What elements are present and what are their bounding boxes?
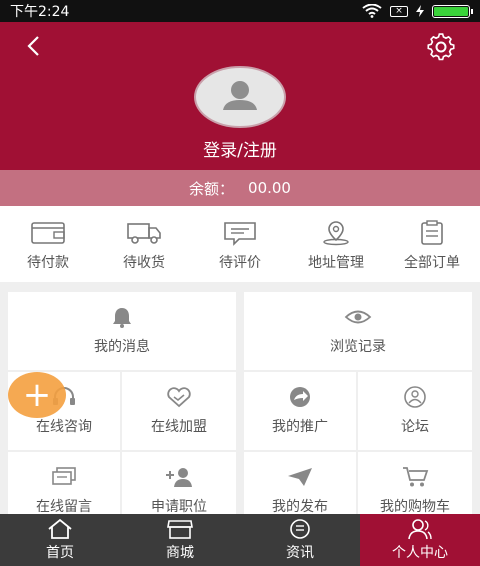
eye-icon: [344, 310, 372, 324]
tab-profile[interactable]: 个人中心: [360, 514, 480, 566]
address-management[interactable]: 地址管理: [288, 206, 384, 282]
tab-news[interactable]: 资讯: [240, 514, 360, 566]
bell-icon: [113, 308, 131, 328]
tab-label: 首页: [46, 545, 74, 561]
forum-user-icon: [404, 386, 426, 408]
shop-icon: [167, 520, 193, 539]
tab-label: 资讯: [286, 545, 314, 561]
browse-history[interactable]: 浏览记录: [244, 292, 472, 370]
feature-label: 我的购物车: [380, 499, 450, 515]
news-icon: [290, 519, 310, 539]
order-label: 地址管理: [308, 255, 364, 271]
status-time: 下午2:24: [10, 4, 70, 20]
order-pending-review[interactable]: 待评价: [192, 206, 288, 282]
order-status-row: 待付款 待收货 待评价 地址管理 全部订单: [0, 206, 480, 282]
location-icon: [323, 221, 349, 246]
forum[interactable]: 论坛: [358, 372, 472, 450]
tab-label: 个人中心: [392, 545, 448, 561]
feature-label: 在线加盟: [151, 419, 207, 435]
floating-add-button[interactable]: +: [8, 372, 66, 418]
status-icons: ×: [362, 4, 473, 18]
comment-icon: [224, 222, 256, 246]
user-icon: [408, 519, 432, 540]
feature-label: 论坛: [401, 419, 429, 435]
back-icon[interactable]: [22, 34, 46, 58]
feature-label: 浏览记录: [330, 339, 386, 355]
status-bar: 下午2:24 ×: [0, 0, 480, 22]
feature-label: 我的推广: [272, 419, 328, 435]
sim-icon: ×: [390, 5, 408, 17]
balance-value: 00.00: [248, 179, 291, 197]
tab-shop[interactable]: 商城: [120, 514, 240, 566]
feature-label: 申请职位: [151, 499, 207, 515]
home-icon: [48, 518, 72, 539]
order-label: 待收货: [123, 255, 165, 271]
login-register-link[interactable]: 登录/注册: [0, 136, 480, 161]
settings-gear-icon[interactable]: [426, 32, 456, 62]
battery-icon: [432, 4, 473, 18]
feature-label: 在线留言: [36, 499, 92, 515]
charging-icon: [416, 5, 424, 17]
order-pending-payment[interactable]: 待付款: [0, 206, 96, 282]
add-user-icon: [166, 468, 192, 487]
feature-grid: 我的消息 浏览记录 在线咨询 在线加盟 我的推广 论坛 在线留言 申请职位 我的…: [0, 282, 480, 530]
wifi-icon: [362, 4, 382, 18]
online-join[interactable]: 在线加盟: [122, 372, 236, 450]
feature-label: 在线咨询: [36, 419, 92, 435]
balance-bar: 余额： 00.00: [0, 170, 480, 206]
share-arrow-icon: [290, 387, 310, 407]
profile-header: 登录/注册: [0, 22, 480, 170]
feature-label: 我的消息: [94, 339, 150, 355]
wallet-icon: [31, 222, 65, 244]
cart-icon: [403, 467, 429, 487]
my-promotion[interactable]: 我的推广: [244, 372, 356, 450]
avatar[interactable]: [193, 66, 287, 128]
balance-label: 余额：: [189, 179, 235, 198]
order-label: 全部订单: [404, 255, 460, 271]
clipboard-icon: [421, 220, 443, 245]
paper-plane-icon: [288, 468, 312, 486]
my-messages[interactable]: 我的消息: [8, 292, 236, 370]
order-all[interactable]: 全部订单: [384, 206, 480, 282]
tab-home[interactable]: 首页: [0, 514, 120, 566]
feature-label: 我的发布: [272, 499, 328, 515]
message-stack-icon: [52, 467, 76, 485]
order-label: 待评价: [219, 255, 261, 271]
truck-icon: [127, 223, 161, 244]
handshake-heart-icon: [167, 387, 191, 408]
tab-label: 商城: [166, 545, 194, 561]
order-label: 待付款: [27, 255, 69, 271]
bottom-tab-bar: 首页 商城 资讯 个人中心: [0, 514, 480, 566]
order-pending-receipt[interactable]: 待收货: [96, 206, 192, 282]
